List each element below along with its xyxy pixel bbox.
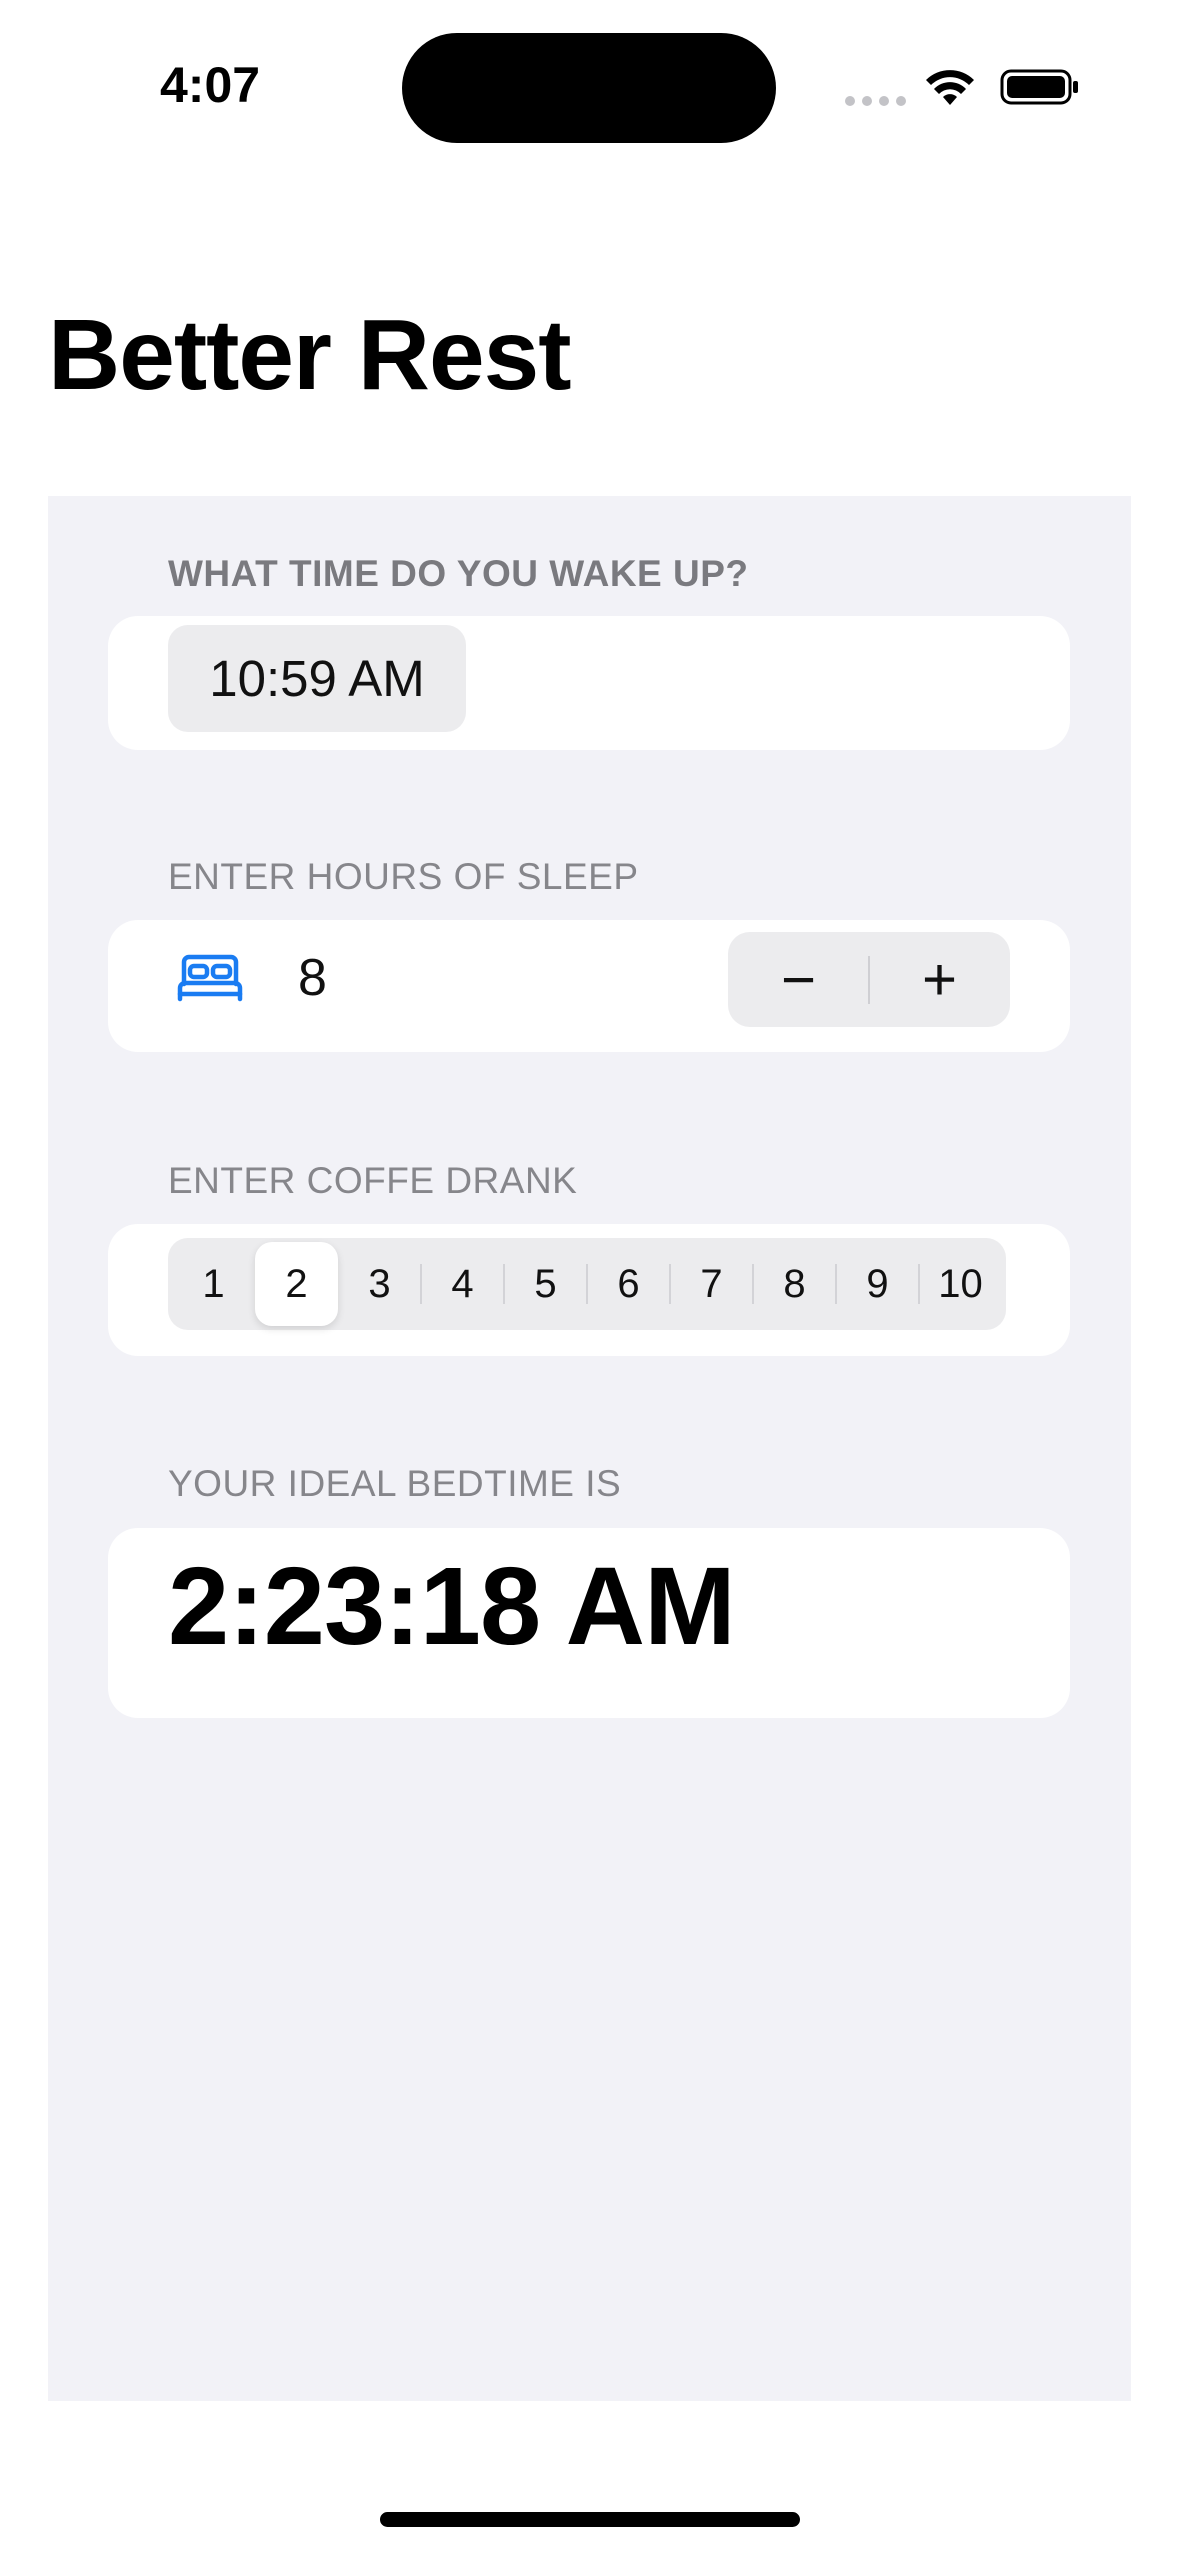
page-title: Better Rest [48, 299, 571, 411]
segment-separator [835, 1264, 837, 1304]
wake-time-header: WHAT TIME DO YOU WAKE UP? [168, 553, 749, 594]
coffee-segment-10[interactable]: 10 [918, 1242, 1002, 1326]
battery-icon [1000, 69, 1078, 105]
coffee-segment-9[interactable]: 9 [835, 1242, 919, 1326]
stepper-divider [868, 956, 870, 1004]
home-indicator [380, 2512, 800, 2527]
wifi-icon [926, 70, 974, 105]
decrement-button[interactable]: − [728, 932, 869, 1027]
coffee-segment-5[interactable]: 5 [503, 1242, 587, 1326]
bedtime-value: 2:23:18 AM [168, 1545, 736, 1668]
form-background [48, 496, 1131, 2401]
coffee-segment-7[interactable]: 7 [669, 1242, 753, 1326]
sleep-hours-header: ENTER HOURS OF SLEEP [168, 856, 639, 897]
segment-separator [669, 1264, 671, 1304]
dynamic-island [402, 33, 776, 143]
coffee-header: ENTER COFFE DRANK [168, 1160, 578, 1201]
increment-button[interactable]: + [869, 932, 1010, 1027]
cellular-signal-icon [845, 96, 906, 106]
coffee-segment-4[interactable]: 4 [420, 1242, 504, 1326]
segment-separator [918, 1264, 920, 1304]
status-time: 4:07 [160, 57, 261, 113]
bed-icon [177, 954, 243, 1002]
coffee-segment-3[interactable]: 3 [338, 1242, 421, 1326]
segment-separator [503, 1264, 505, 1304]
coffee-segmented-control: 1 2 3 4 5 6 7 8 9 10 [168, 1238, 1006, 1330]
sleep-hours-value: 8 [298, 949, 327, 1007]
segment-separator [752, 1264, 754, 1304]
wake-time-picker[interactable]: 10:59 AM [168, 625, 466, 732]
segment-separator [586, 1264, 588, 1304]
sleep-hours-stepper: − + [728, 932, 1010, 1027]
coffee-segment-2[interactable]: 2 [255, 1242, 338, 1326]
screen: 4:07 Better Rest WHAT TIME DO YOU WAKE U… [0, 0, 1179, 2556]
coffee-segment-6[interactable]: 6 [586, 1242, 670, 1326]
bedtime-header: YOUR IDEAL BEDTIME IS [168, 1463, 622, 1504]
segment-separator [420, 1264, 422, 1304]
coffee-segment-1[interactable]: 1 [172, 1242, 255, 1326]
coffee-segment-8[interactable]: 8 [752, 1242, 836, 1326]
